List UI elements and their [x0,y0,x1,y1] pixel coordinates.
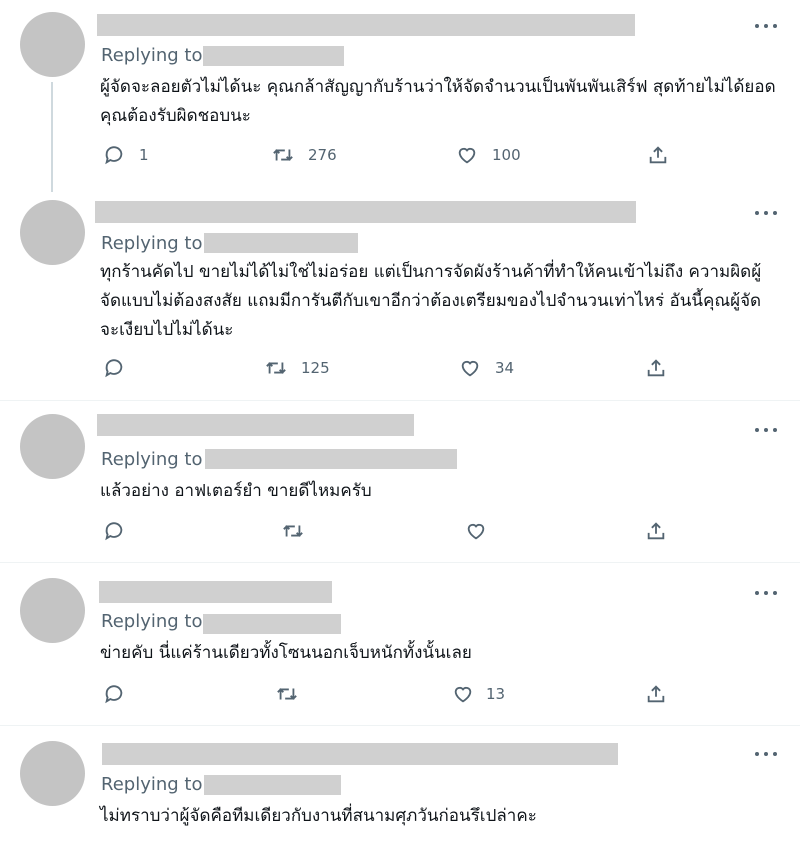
reply-count: 1 [139,146,149,164]
tweet-text: แล้วอย่าง อาฟเตอร์ยำ ขายดีไหมครับ [100,481,372,501]
reply-tweet[interactable]: Replying to ไม่ทราบว่าผู้จัดคือทีมเดียวก… [0,726,800,841]
redacted-reply-handle[interactable] [204,775,341,795]
like-count: 13 [486,685,506,703]
heart-icon [461,360,479,377]
retweet-button[interactable]: 276 [272,143,337,167]
avatar[interactable] [20,12,85,77]
retweet-icon [273,149,293,161]
replying-to-label: Replying to [101,611,203,632]
share-icon [647,359,665,377]
more-icon[interactable] [752,205,782,221]
retweet-icon [266,362,286,374]
reply-icon [105,359,123,378]
heart-icon [467,523,485,540]
redacted-author-name [97,14,635,36]
like-button[interactable] [465,519,487,543]
more-icon[interactable] [752,585,782,601]
more-icon[interactable] [752,422,782,438]
reply-button[interactable] [103,519,125,543]
reply-tweet[interactable]: Replying to แล้วอย่าง อาฟเตอร์ยำ ขายดีไห… [0,401,800,562]
reply-icon [105,522,123,541]
avatar[interactable] [20,741,85,806]
reply-tweet[interactable]: Replying to ข่ายคับ นี่แค่ร้านเดียวทั้งโ… [0,563,800,725]
share-button[interactable] [647,143,669,167]
redacted-author-name [102,743,618,765]
retweet-button[interactable] [282,519,304,543]
replying-to-label: Replying to [101,774,203,795]
share-button[interactable] [645,682,667,706]
like-button[interactable]: 13 [452,682,505,706]
redacted-reply-handle[interactable] [203,46,344,66]
like-button[interactable]: 34 [459,356,514,380]
more-icon[interactable] [752,746,782,762]
retweet-icon [277,688,297,700]
tweet-text: ทุกร้านคัดไป ขายไม่ได้ไม่ใช่ไม่อร่อย แต่… [100,262,762,340]
replying-to-label: Replying to [101,45,203,66]
redacted-reply-handle[interactable] [204,233,358,253]
reply-icon [105,685,123,704]
heart-icon [454,686,472,703]
share-button[interactable] [645,519,667,543]
retweet-icon [283,525,303,537]
share-icon [647,522,665,540]
retweet-count: 276 [308,146,337,164]
reply-button[interactable]: 1 [103,143,149,167]
redacted-reply-handle[interactable] [203,614,341,634]
retweet-count: 125 [301,359,330,377]
tweet-text: ไม่ทราบว่าผู้จัดคือทีมเดียวกับงานที่สนาม… [100,806,537,826]
retweet-button[interactable] [276,682,298,706]
redacted-reply-handle[interactable] [205,449,457,469]
reply-button[interactable] [103,356,139,380]
share-button[interactable] [645,356,667,380]
like-button[interactable]: 100 [456,143,521,167]
redacted-author-name [95,201,636,223]
tweet-text: ผู้จัดจะลอยตัวไม่ได้นะ คุณกล้าสัญญากับร้… [100,77,776,126]
like-count: 34 [495,359,515,377]
avatar[interactable] [20,578,85,643]
redacted-author-name [99,581,332,603]
reply-icon [105,146,123,165]
more-icon[interactable] [752,18,782,34]
replying-to-label: Replying to [101,449,203,470]
avatar[interactable] [20,200,85,265]
avatar[interactable] [20,414,85,479]
reply-tweet[interactable]: Replying to ผู้จัดจะลอยตัวไม่ได้นะ คุณกล… [0,0,800,200]
reply-button[interactable] [103,682,125,706]
heart-icon [458,147,476,164]
reply-tweet[interactable]: Replying to ทุกร้านคัดไป ขายไม่ได้ไม่ใช่… [0,192,800,400]
tweet-text: ข่ายคับ นี่แค่ร้านเดียวทั้งโซนนอกเจ็บหนั… [100,643,472,663]
like-count: 100 [492,146,521,164]
redacted-author-name [97,414,414,436]
replying-to-label: Replying to [101,233,203,254]
thread-line [51,82,53,192]
retweet-button[interactable]: 125 [265,356,330,380]
share-icon [649,146,667,164]
share-icon [647,685,665,703]
